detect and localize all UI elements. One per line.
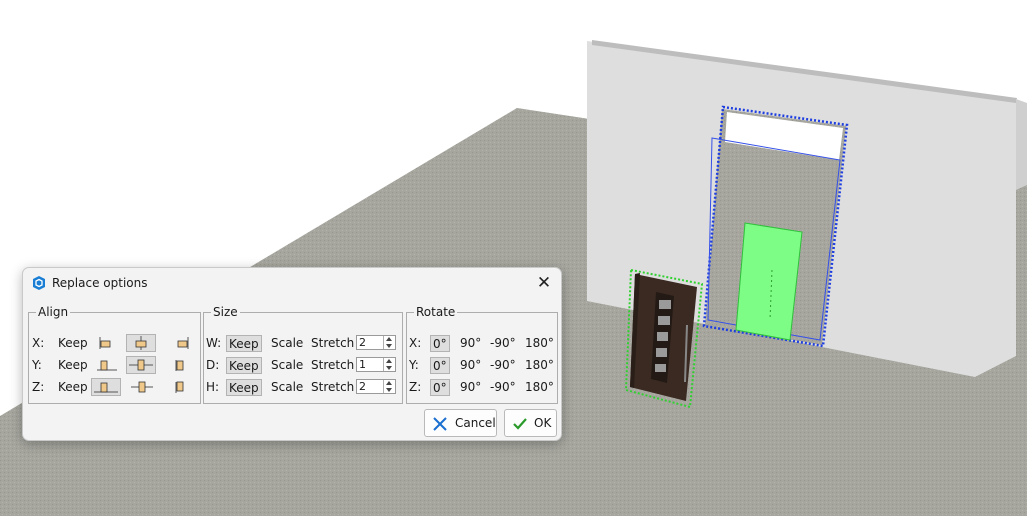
align-row-z: Z: Keep <box>29 377 200 397</box>
rotate-row-z: Z: 0° 90° -90° 180° <box>407 377 557 397</box>
size-w-keep-option[interactable]: Keep <box>226 335 262 352</box>
door-pane <box>658 316 670 325</box>
wall-top-edge <box>1016 99 1027 190</box>
align-axis-label: Y: <box>32 358 42 372</box>
size-group-label: Size <box>213 305 238 319</box>
size-d-stretch-option[interactable]: Stretch <box>309 357 356 374</box>
rotate-y-90-option[interactable]: 90° <box>458 357 483 374</box>
stepper-value: 2 <box>359 336 366 349</box>
size-w-stretch-stepper[interactable]: 2 <box>356 335 396 350</box>
door-pane <box>659 300 671 309</box>
dialog-title: Replace options <box>52 276 148 290</box>
size-h-scale-option[interactable]: Scale <box>269 379 305 396</box>
size-w-stretch-option[interactable]: Stretch <box>309 335 356 352</box>
align-x-center-button[interactable] <box>126 334 156 352</box>
align-middle-icon[interactable] <box>130 379 154 395</box>
close-icon: ✕ <box>536 273 552 293</box>
align-axis-label: X: <box>32 336 45 350</box>
size-axis-label: H: <box>206 380 220 394</box>
align-x-keep-option[interactable]: Keep <box>56 335 90 352</box>
cancel-x-icon <box>433 417 447 431</box>
stepper-value: 2 <box>359 380 366 393</box>
stepper-arrows-icon[interactable] <box>383 358 395 371</box>
app-shield-icon <box>33 276 45 290</box>
rotate-z-0-option[interactable]: 0° <box>430 379 450 396</box>
stepper-value: 1 <box>359 358 366 371</box>
size-h-stretch-stepper[interactable]: 2 <box>356 379 396 394</box>
rotate-group: Rotate X: 0° 90° -90° 180° Y: 0° 90° -90… <box>406 305 558 404</box>
align-front-icon[interactable] <box>96 357 118 373</box>
cancel-button-label: Cancel <box>455 416 496 430</box>
size-h-stretch-option[interactable]: Stretch <box>309 379 356 396</box>
size-row-d: D: Keep Scale Stretch 1 <box>204 355 402 375</box>
rotate-y-minus90-option[interactable]: -90° <box>488 357 518 374</box>
align-top-icon[interactable] <box>173 379 191 395</box>
align-y-middle-button[interactable] <box>126 356 156 374</box>
close-button[interactable]: ✕ <box>533 272 555 294</box>
rotate-row-y: Y: 0° 90° -90° 180° <box>407 355 557 375</box>
align-z-bottom-button[interactable] <box>91 378 121 396</box>
rotate-x-180-option[interactable]: 180° <box>523 335 556 352</box>
align-right-icon[interactable] <box>173 335 191 351</box>
rotate-x-0-option[interactable]: 0° <box>430 335 450 352</box>
align-left-icon[interactable] <box>98 335 116 351</box>
align-middle-icon <box>129 359 153 371</box>
size-d-stretch-stepper[interactable]: 1 <box>356 357 396 372</box>
rotate-row-x: X: 0° 90° -90° 180° <box>407 333 557 353</box>
door-pane <box>656 348 667 357</box>
rotate-group-label: Rotate <box>416 305 456 319</box>
rotate-axis-label: Y: <box>409 358 419 372</box>
rotate-axis-label: X: <box>409 336 422 350</box>
size-d-scale-option[interactable]: Scale <box>269 357 305 374</box>
size-d-keep-option[interactable]: Keep <box>226 357 262 374</box>
rotate-y-0-option[interactable]: 0° <box>430 357 450 374</box>
size-group: Size W: Keep Scale Stretch 2 D: Keep Sca… <box>203 305 403 404</box>
rotate-x-90-option[interactable]: 90° <box>458 335 483 352</box>
door-pane <box>657 332 668 341</box>
stepper-arrows-icon[interactable] <box>383 336 395 349</box>
rotate-y-180-option[interactable]: 180° <box>523 357 556 374</box>
align-group: Align X: Keep Y: Keep Z: Keep <box>28 305 201 404</box>
size-axis-label: D: <box>206 358 220 372</box>
size-h-keep-option[interactable]: Keep <box>226 379 262 396</box>
rotate-axis-label: Z: <box>409 380 422 394</box>
door-pane <box>655 364 666 372</box>
align-row-y: Y: Keep <box>29 355 200 375</box>
rotate-z-90-option[interactable]: 90° <box>458 379 483 396</box>
align-back-icon[interactable] <box>173 357 191 373</box>
align-bottom-icon <box>94 382 118 393</box>
rotate-z-minus90-option[interactable]: -90° <box>488 379 518 396</box>
align-axis-label: Z: <box>32 380 45 394</box>
rotate-z-180-option[interactable]: 180° <box>523 379 556 396</box>
align-row-x: X: Keep <box>29 333 200 353</box>
align-y-keep-option[interactable]: Keep <box>56 357 90 374</box>
size-w-scale-option[interactable]: Scale <box>269 335 305 352</box>
size-row-h: H: Keep Scale Stretch 2 <box>204 377 402 397</box>
ok-button-label: OK <box>534 416 552 430</box>
rotate-x-minus90-option[interactable]: -90° <box>488 335 518 352</box>
replacement-highlight[interactable] <box>735 222 803 341</box>
replace-options-dialog: Replace options ✕ Align X: Keep Y: Keep <box>22 267 562 441</box>
cancel-button[interactable]: Cancel <box>424 409 497 437</box>
size-row-w: W: Keep Scale Stretch 2 <box>204 333 402 353</box>
stepper-arrows-icon[interactable] <box>383 380 395 393</box>
dialog-titlebar[interactable]: Replace options ✕ <box>23 268 561 298</box>
align-z-keep-option[interactable]: Keep <box>56 379 90 396</box>
align-center-icon <box>135 336 147 350</box>
ok-button[interactable]: OK <box>504 409 557 437</box>
size-axis-label: W: <box>206 336 222 350</box>
align-group-label: Align <box>38 305 69 319</box>
checkmark-icon <box>513 418 527 430</box>
